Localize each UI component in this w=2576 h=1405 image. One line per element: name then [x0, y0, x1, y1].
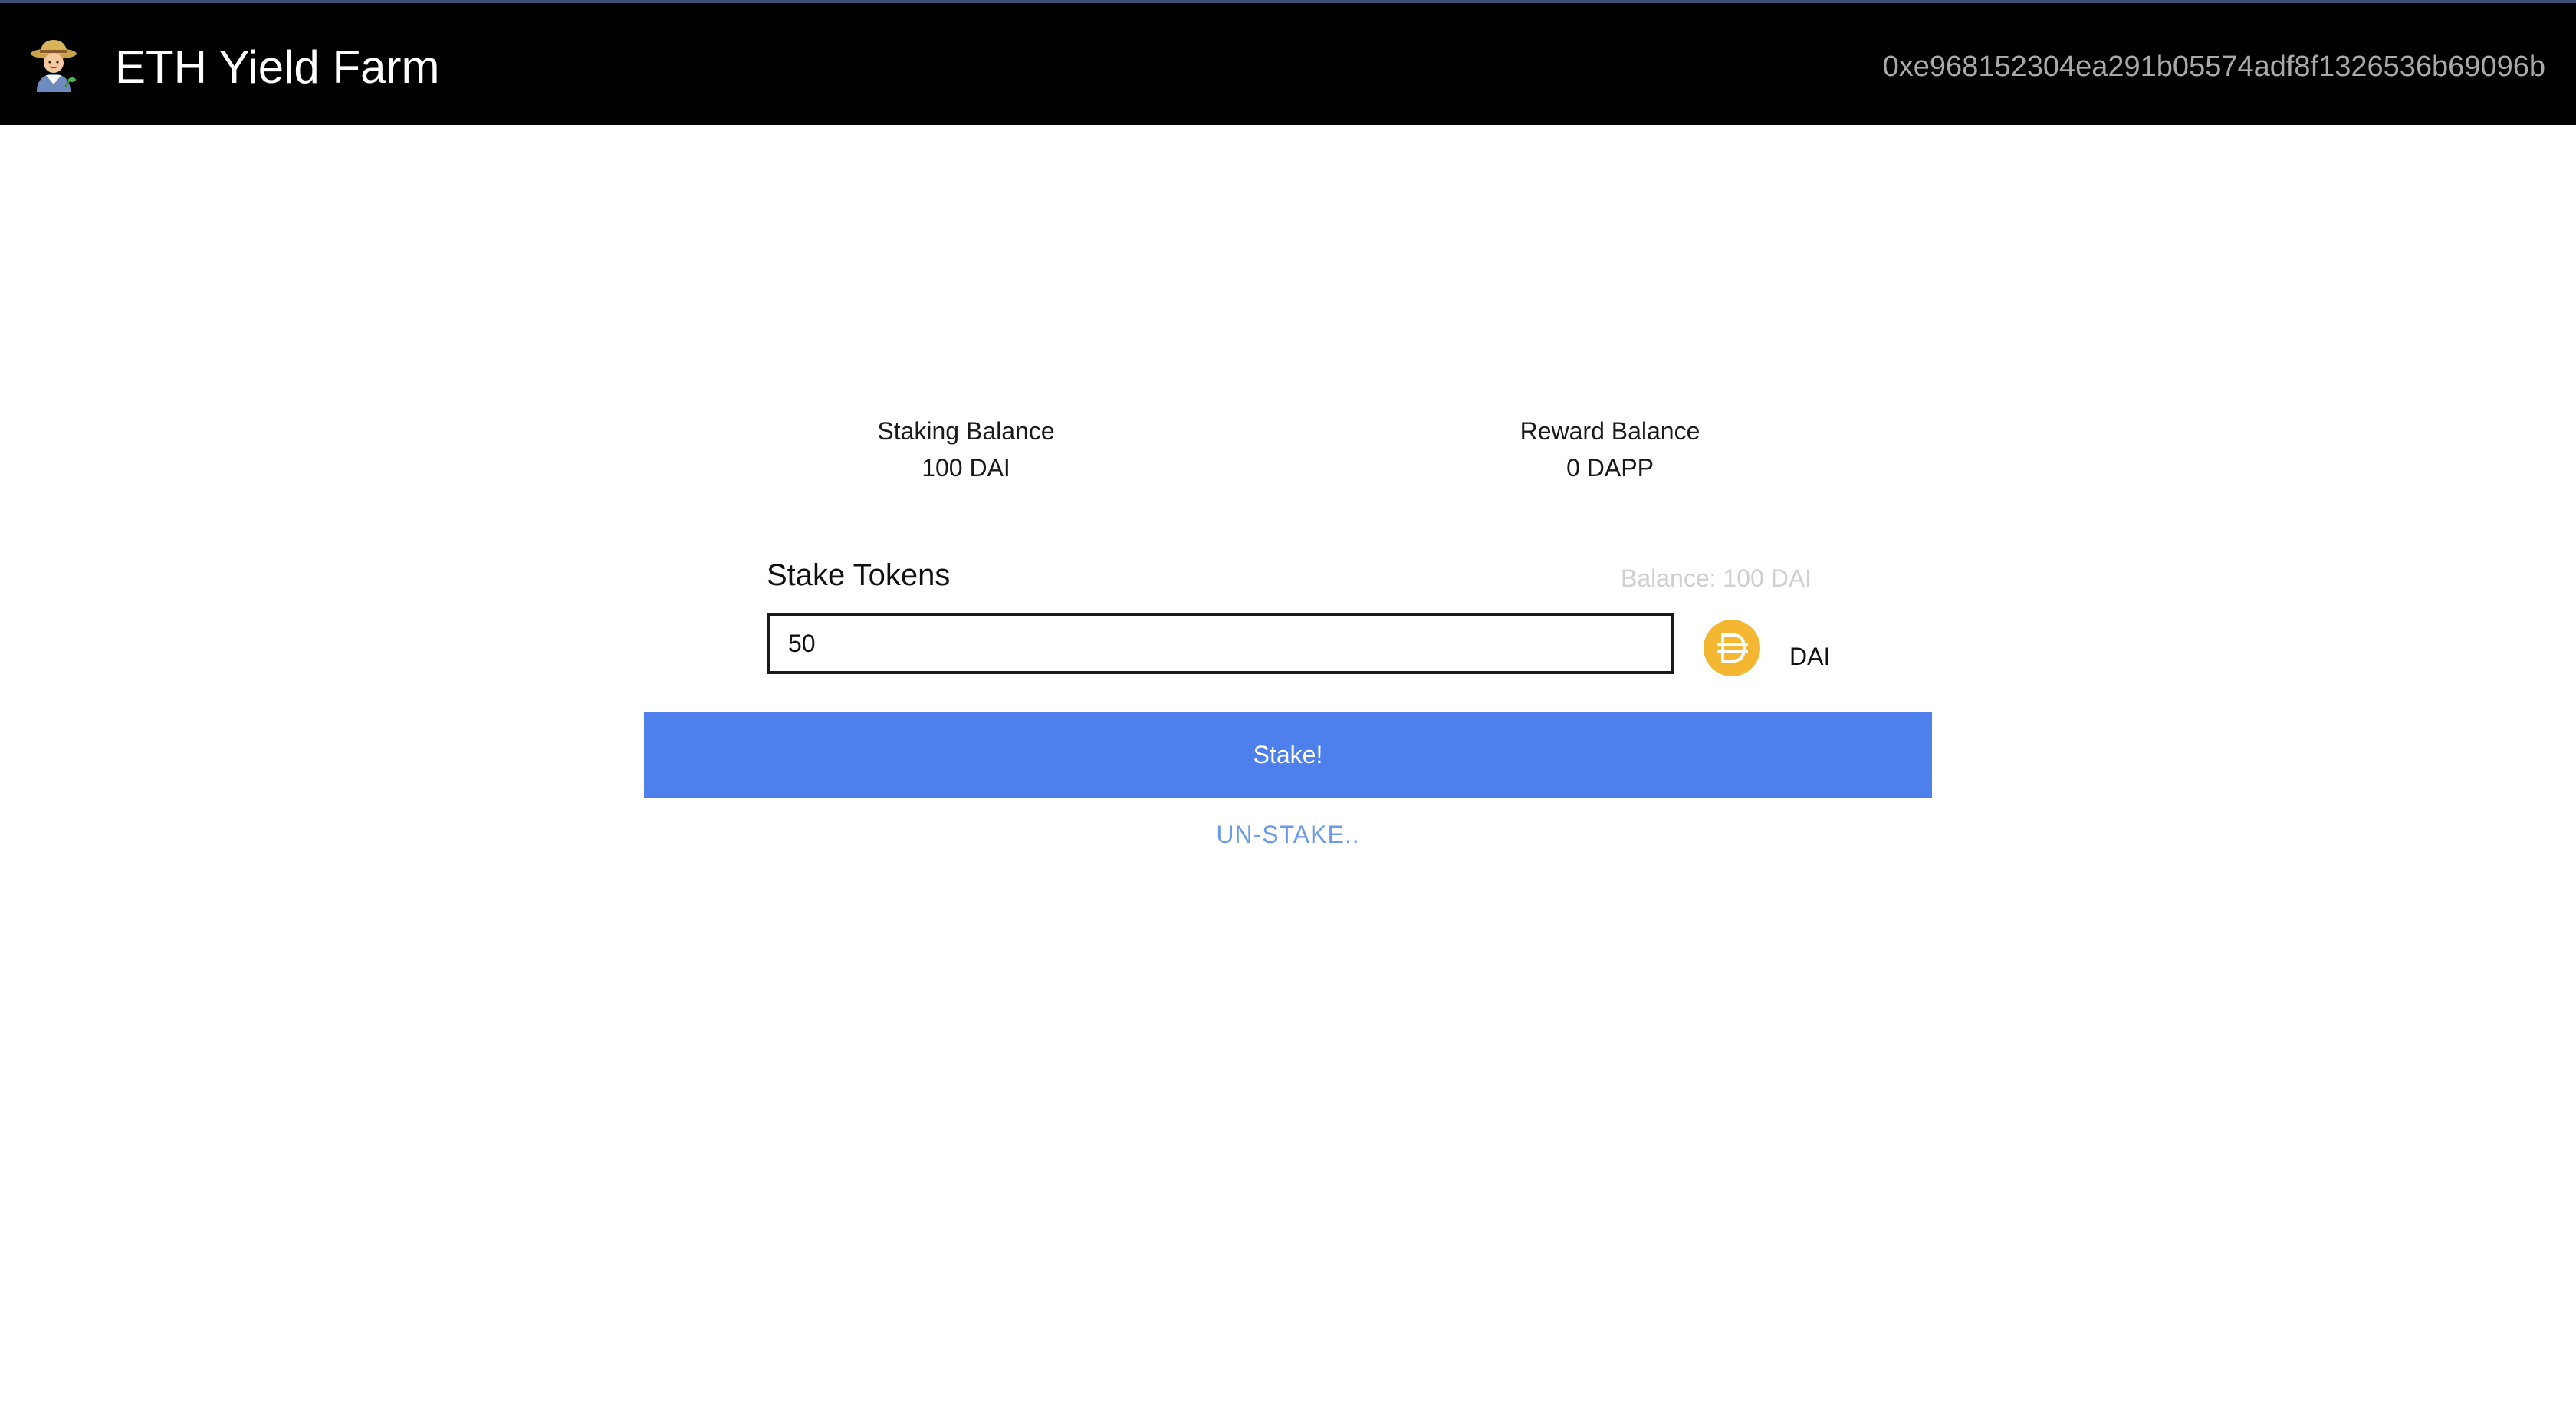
wallet-address: 0xe968152304ea291b05574adf8f1326536b6909… [1882, 51, 2545, 83]
reward-balance-value: 0 DAPP [1566, 454, 1654, 482]
token-label: DAI [1789, 643, 1831, 670]
unstake-link[interactable]: UN-STAKE.. [1135, 816, 1441, 853]
stake-button[interactable]: Stake! [644, 712, 1932, 798]
stake-amount-input[interactable] [767, 613, 1674, 674]
navbar: ETH Yield Farm 0xe968152304ea291b05574ad… [0, 3, 2576, 125]
staking-balance-value: 100 DAI [922, 454, 1010, 482]
reward-balance: Reward Balance 0 DAPP [1418, 413, 1802, 486]
balance-hint: Balance: 100 DAI [1621, 564, 1812, 592]
farmer-emoji-icon [28, 37, 80, 92]
staking-balance: Staking Balance 100 DAI [774, 413, 1158, 486]
reward-balance-label: Reward Balance [1520, 417, 1700, 445]
app-title[interactable]: ETH Yield Farm [115, 37, 439, 98]
stake-tokens-heading: Stake Tokens [767, 558, 951, 592]
dai-token-icon [1704, 620, 1760, 676]
app-window: ETH Yield Farm 0xe968152304ea291b05574ad… [0, 0, 2576, 1405]
staking-balance-label: Staking Balance [877, 417, 1055, 445]
